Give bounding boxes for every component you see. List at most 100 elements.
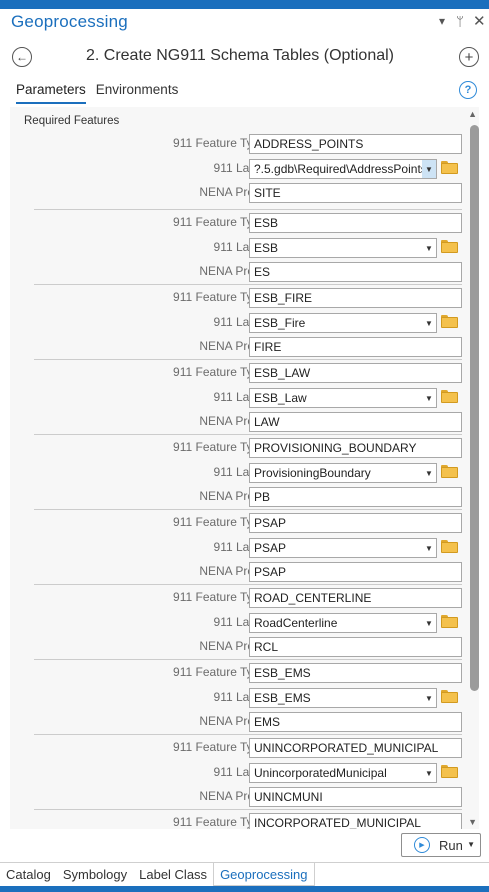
back-button[interactable]: ← (12, 47, 32, 67)
close-icon[interactable]: ✕ (473, 12, 486, 30)
layer-dropdown[interactable]: ?.5.gdb\Required\AddressPoints ▼ (249, 159, 437, 179)
feature-type-input[interactable]: ESB_LAW (249, 363, 462, 383)
feature-type-row: 911 Feature Type PSAP (34, 513, 462, 533)
nena-prefix-input[interactable]: UNINCMUNI (249, 787, 462, 807)
feature-type-input[interactable]: UNINCORPORATED_MUNICIPAL (249, 738, 462, 758)
feature-type-input[interactable]: ESB (249, 213, 462, 233)
chevron-down-icon[interactable]: ▼ (422, 314, 436, 332)
feature-type-row: 911 Feature Type ESB (34, 213, 462, 233)
scroll-down-icon[interactable]: ▼ (468, 817, 477, 827)
run-options-chevron-icon[interactable]: ▼ (467, 840, 475, 849)
feature-type-input[interactable]: PROVISIONING_BOUNDARY (249, 438, 462, 458)
browse-folder-icon[interactable] (441, 390, 458, 403)
add-to-favorites-button[interactable]: + (459, 47, 479, 67)
chevron-down-icon[interactable]: ▼ (422, 614, 436, 632)
feature-type-row: 911 Feature Type ESB_FIRE (34, 288, 462, 308)
layer-value: ProvisioningBoundary (254, 466, 371, 480)
layer-row: 911 Layer RoadCenterline ▼ (34, 613, 462, 633)
bottom-accent-bar (0, 886, 489, 892)
nena-prefix-row: NENA Prefix PB (34, 487, 462, 507)
browse-folder-icon[interactable] (441, 615, 458, 628)
browse-folder-icon[interactable] (441, 765, 458, 778)
tab-parameters[interactable]: Parameters (16, 82, 86, 104)
nena-prefix-input[interactable]: SITE (249, 183, 462, 203)
browse-folder-icon[interactable] (441, 161, 458, 174)
feature-type-row: 911 Feature Type UNINCORPORATED_MUNICIPAL (34, 738, 462, 758)
run-label: Run (439, 837, 463, 853)
section-required-features[interactable]: Required Features (24, 115, 119, 127)
feature-type-input[interactable]: ROAD_CENTERLINE (249, 588, 462, 608)
feature-type-value: ESB (254, 216, 279, 230)
chevron-down-icon[interactable]: ▼ (422, 764, 436, 782)
feature-type-input[interactable]: ESB_EMS (249, 663, 462, 683)
nena-prefix-input[interactable]: RCL (249, 637, 462, 657)
nena-prefix-input[interactable]: FIRE (249, 337, 462, 357)
pane-controls: ▾ ᛘ ✕ (437, 12, 486, 30)
feature-type-value: ESB_FIRE (254, 291, 313, 305)
tab-catalog[interactable]: Catalog (0, 863, 57, 885)
nena-prefix-value: LAW (254, 415, 280, 429)
layer-dropdown[interactable]: UnincorporatedMunicipal ▼ (249, 763, 437, 783)
browse-folder-icon[interactable] (441, 240, 458, 253)
parameters-panel[interactable]: Required Features 911 Feature Type ADDRES… (10, 107, 479, 829)
tab-label-class[interactable]: Label Class (133, 863, 213, 885)
feature-type-row: 911 Feature Type PROVISIONING_BOUNDARY (34, 438, 462, 458)
nena-prefix-input[interactable]: LAW (249, 412, 462, 432)
nena-prefix-row: NENA Prefix EMS (34, 712, 462, 732)
layer-value: ?.5.gdb\Required\AddressPoints (254, 162, 427, 176)
bottom-tab-strip: Catalog Symbology Label Class Geoprocess… (0, 862, 489, 886)
feature-type-input[interactable]: ESB_FIRE (249, 288, 462, 308)
layer-value: ESB_EMS (254, 691, 311, 705)
layer-dropdown[interactable]: PSAP ▼ (249, 538, 437, 558)
feature-type-input[interactable]: PSAP (249, 513, 462, 533)
pane-options-icon[interactable]: ▾ (437, 14, 447, 28)
scrollbar-thumb[interactable] (470, 125, 479, 691)
layer-value: RoadCenterline (254, 616, 338, 630)
layer-dropdown[interactable]: ESB_Law ▼ (249, 388, 437, 408)
run-button[interactable]: ▶ Run ▼ (401, 833, 481, 857)
feature-type-input[interactable]: ADDRESS_POINTS (249, 134, 462, 154)
chevron-down-icon[interactable]: ▼ (422, 160, 436, 178)
layer-row: 911 Layer ESB_Fire ▼ (34, 313, 462, 333)
layer-dropdown[interactable]: RoadCenterline ▼ (249, 613, 437, 633)
layer-row: 911 Layer ?.5.gdb\Required\AddressPoints ▼ (34, 159, 462, 179)
nena-prefix-input[interactable]: ES (249, 262, 462, 282)
chevron-down-icon[interactable]: ▼ (422, 464, 436, 482)
layer-dropdown[interactable]: ProvisioningBoundary ▼ (249, 463, 437, 483)
layer-dropdown[interactable]: ESB_Fire ▼ (249, 313, 437, 333)
browse-folder-icon[interactable] (441, 315, 458, 328)
layer-row: 911 Layer ESB_Law ▼ (34, 388, 462, 408)
browse-folder-icon[interactable] (441, 465, 458, 478)
nena-prefix-input[interactable]: PB (249, 487, 462, 507)
tab-symbology[interactable]: Symbology (57, 863, 133, 885)
pin-icon[interactable]: ᛘ (455, 14, 465, 29)
layer-value: PSAP (254, 541, 287, 555)
feature-type-value: ROAD_CENTERLINE (254, 591, 372, 605)
help-button[interactable]: ? (459, 81, 477, 99)
scroll-up-icon[interactable]: ▲ (468, 109, 477, 119)
feature-type-value: ESB_EMS (254, 666, 311, 680)
tab-geoprocessing[interactable]: Geoprocessing (213, 863, 315, 886)
feature-type-input[interactable]: INCORPORATED_MUNICIPAL (249, 813, 462, 829)
layer-value: ESB_Fire (254, 316, 306, 330)
parameter-group: 911 Feature Type ROAD_CENTERLINE 911 Layer… (34, 584, 462, 659)
nena-prefix-value: SITE (254, 186, 281, 200)
feature-type-value: PROVISIONING_BOUNDARY (254, 441, 417, 455)
nena-prefix-input[interactable]: EMS (249, 712, 462, 732)
layer-dropdown[interactable]: ESB_EMS ▼ (249, 688, 437, 708)
browse-folder-icon[interactable] (441, 690, 458, 703)
chevron-down-icon[interactable]: ▼ (422, 689, 436, 707)
layer-dropdown[interactable]: ESB ▼ (249, 238, 437, 258)
chevron-down-icon[interactable]: ▼ (422, 539, 436, 557)
tab-environments[interactable]: Environments (96, 82, 179, 104)
tool-tabs: Parameters Environments (16, 82, 178, 104)
feature-type-value: INCORPORATED_MUNICIPAL (254, 816, 421, 829)
chevron-down-icon[interactable]: ▼ (422, 239, 436, 257)
nena-prefix-input[interactable]: PSAP (249, 562, 462, 582)
feature-type-row: 911 Feature Type INCORPORATED_MUNICIPAL (34, 813, 462, 829)
feature-type-row: 911 Feature Type ADDRESS_POINTS (34, 134, 462, 154)
browse-folder-icon[interactable] (441, 540, 458, 553)
nena-prefix-row: NENA Prefix LAW (34, 412, 462, 432)
feature-type-row: 911 Feature Type ESB_EMS (34, 663, 462, 683)
chevron-down-icon[interactable]: ▼ (422, 389, 436, 407)
